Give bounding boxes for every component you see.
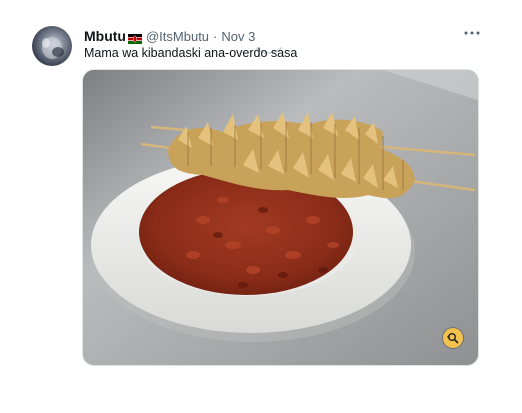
author-name[interactable]: Mbutu [84, 28, 126, 44]
kenya-flag-icon [127, 31, 142, 44]
zoom-icon[interactable] [443, 328, 463, 348]
tweet-media-image[interactable] [82, 69, 479, 366]
tweet-text: Mama wa kibandaski ana-overdo sasa [84, 46, 298, 60]
author-handle[interactable]: @ItsMbutu [146, 29, 209, 44]
more-horizontal-icon[interactable] [462, 26, 482, 40]
tweet[interactable]: Mbutu @ItsMbutu · Nov 3 Mama wa kibandas… [0, 0, 522, 413]
tweet-header: Mbutu @ItsMbutu · Nov 3 [84, 27, 255, 45]
separator-dot: · [213, 28, 218, 44]
avatar[interactable] [32, 26, 72, 66]
